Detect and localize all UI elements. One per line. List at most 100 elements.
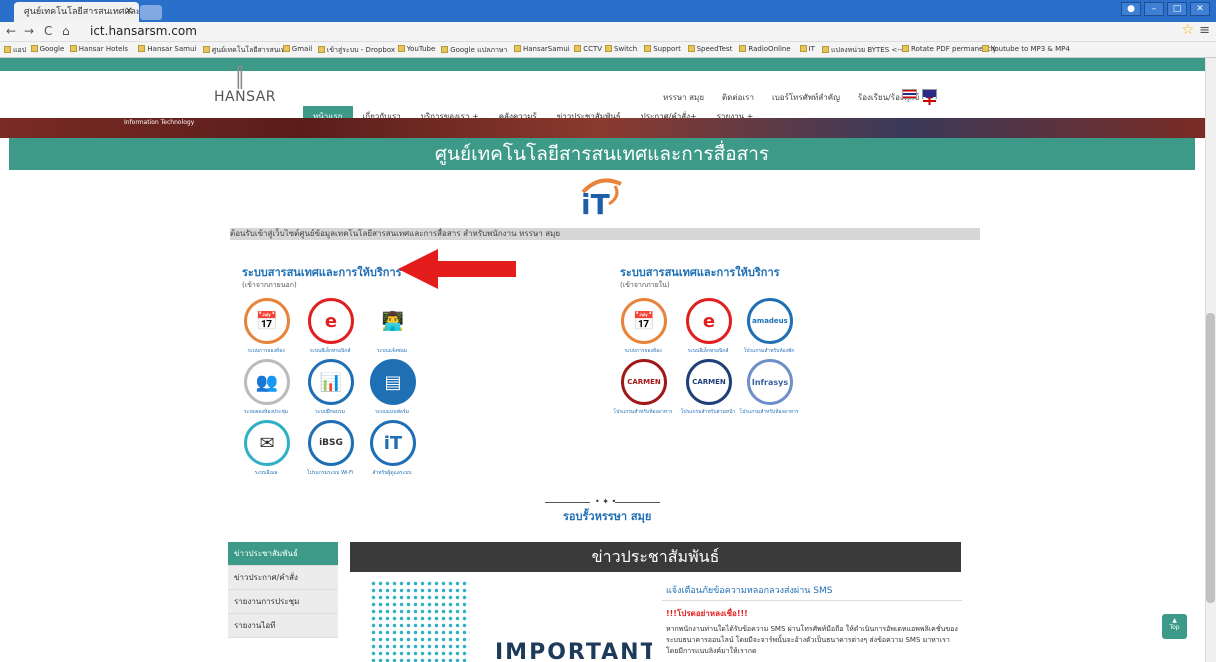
close-tab-icon[interactable]: ✕ <box>125 2 133 22</box>
external-item-5[interactable]: ระบบฝึกอบรม <box>300 408 360 416</box>
external-item-4[interactable]: ระบบจองห้องประชุม <box>236 408 296 416</box>
user-icon[interactable]: ● <box>1121 2 1141 16</box>
article-warning: !!!โปรดอย่าหลงเชื่อ!!! <box>666 609 748 618</box>
infrasys-icon[interactable]: Infrasys <box>747 359 793 405</box>
language-flags <box>902 89 937 106</box>
scrollbar[interactable] <box>1205 58 1216 662</box>
top-links: หรรษา สมุย ติดต่อเรา เบอร์โทรศัพท์สำคัญ … <box>663 91 919 104</box>
back-icon[interactable]: ← <box>6 24 16 38</box>
article-title[interactable]: แจ้งเตือนภัยข้อความหลอกลวงส่งผ่าน SMS <box>662 580 962 601</box>
external-item-2[interactable]: ระบบอีเล็กทรอนิกส์ <box>300 347 360 355</box>
folder-icon <box>30 45 38 52</box>
internal-item-6[interactable]: โปรแกรมสำหรับห้องอาหาร <box>739 408 799 416</box>
uk-flag-icon[interactable] <box>922 89 937 106</box>
email-icon[interactable]: ✉ <box>244 420 290 466</box>
external-item-8[interactable]: โปรแกรมระบบ Wi-Fi <box>300 469 360 477</box>
ibsg-wifi-icon[interactable]: iBSG <box>308 420 354 466</box>
external-item-3[interactable]: ระบบแจ้งซ่อม <box>362 347 422 355</box>
external-item-1[interactable]: ระบบการจองห้อง <box>236 347 296 355</box>
url-field[interactable]: ict.hansarsm.com <box>90 24 197 38</box>
scrollbar-thumb[interactable] <box>1206 313 1215 603</box>
internal-e-system-icon[interactable]: e <box>686 298 732 344</box>
bookmark-item[interactable]: Switch <box>605 45 637 53</box>
bookmark-item[interactable]: Google <box>30 45 64 53</box>
e-system-icon[interactable]: e <box>308 298 354 344</box>
bookmark-item[interactable]: Youtube to MP3 & MP4 <box>982 45 1070 53</box>
back-to-top-button[interactable]: ▲ Top <box>1162 614 1187 639</box>
sidebar-item-news[interactable]: ข่าวประชาสัมพันธ์ <box>228 542 338 566</box>
toplink-samui[interactable]: หรรษา สมุย <box>663 91 704 104</box>
svg-text:iT: iT <box>581 188 610 220</box>
bookmark-item[interactable]: YouTube <box>397 45 435 53</box>
internal-item-3[interactable]: โปรแกรมสำหรับห้องพัก <box>739 347 799 355</box>
bookmark-label: เข้าสู่ระบบ - Dropbox <box>326 46 396 54</box>
folder-icon <box>902 45 909 52</box>
bookmark-item[interactable]: แปลงหน่วย BYTES <--> <box>822 45 908 56</box>
browser-tab[interactable]: ศูนย์เทคโนโลยีสารสนเทศและ ✕ <box>14 2 139 22</box>
forms-icon[interactable]: ▤ <box>370 359 416 405</box>
bookmark-item[interactable]: SpeedTest <box>687 45 732 53</box>
external-item-6[interactable]: ระบบแบบฟอร์ม <box>362 408 422 416</box>
bookmark-item[interactable]: IT <box>799 45 815 53</box>
bookmark-item[interactable]: HansarSamui <box>514 45 570 53</box>
toplink-phones[interactable]: เบอร์โทรศัพท์สำคัญ <box>772 91 840 104</box>
internal-item-5[interactable]: โปรแกรมสำหรับส่วนหน้า <box>678 408 738 416</box>
bookmark-item[interactable]: แอป <box>4 45 26 56</box>
folder-icon <box>202 46 210 53</box>
external-systems-title: ระบบสารสนเทศและการให้บริการ <box>242 266 402 279</box>
site-logo[interactable]: ║ HANSAR <box>214 65 276 105</box>
bookmark-item[interactable]: Support <box>644 45 681 53</box>
internal-item-4[interactable]: โปรแกรมสำหรับห้องอาหาร <box>613 408 673 416</box>
welcome-banner: ต้อนรับเข้าสู่เว็บไซต์ศูนย์ข้อมูลเทคโนโล… <box>230 228 980 240</box>
internal-item-2[interactable]: ระบบอีเล็กทรอนิกส์ <box>678 347 738 355</box>
external-item-9[interactable]: สำหรับผู้ดูแลระบบ <box>362 469 422 477</box>
external-item-7[interactable]: ระบบอีเมล <box>236 469 296 477</box>
amadeus-icon[interactable]: amadeus <box>747 298 793 344</box>
meeting-room-icon[interactable]: 👥 <box>244 359 290 405</box>
new-tab-button[interactable] <box>140 5 162 20</box>
home-icon[interactable]: ⌂ <box>62 24 70 38</box>
news-image[interactable]: IMPORTANT <box>350 580 652 662</box>
carmen-icon[interactable]: CARMEN <box>621 359 667 405</box>
toplink-contact[interactable]: ติดต่อเรา <box>722 91 754 104</box>
thai-flag-icon[interactable] <box>902 89 917 99</box>
bookmark-item[interactable]: ศูนย์เทคโนโลยีสารสนเทศ <box>202 45 290 56</box>
news-article: แจ้งเตือนภัยข้อความหลอกลวงส่งผ่าน SMS !!… <box>662 580 962 662</box>
header-strip <box>0 58 1205 71</box>
it-logo-icon: iT <box>581 178 622 220</box>
bookmark-item[interactable]: Gmail <box>282 45 312 53</box>
internal-booking-icon[interactable]: 📅 <box>621 298 667 344</box>
minimize-button[interactable]: – <box>1144 2 1164 16</box>
folder-icon <box>138 45 146 52</box>
bookmark-item[interactable]: RadioOnline <box>739 45 791 53</box>
sidebar-item-meeting-reports[interactable]: รายงานการประชุม <box>228 590 338 614</box>
menu-icon[interactable]: ≡ <box>1199 23 1210 38</box>
news-sidebar: ข่าวประชาสัมพันธ์ ข่าวประกาศ/คำสั่ง รายง… <box>228 542 338 638</box>
bookmark-item[interactable]: CCTV <box>574 45 602 53</box>
bookmark-label: แอป <box>13 46 27 54</box>
bookmark-item[interactable]: เข้าสู่ระบบ - Dropbox <box>317 45 396 56</box>
bookmark-star-icon[interactable]: ☆ <box>1181 22 1194 38</box>
reload-icon[interactable]: C <box>44 24 52 38</box>
folder-icon <box>69 45 77 52</box>
sidebar-item-it-reports[interactable]: รายงานไอที <box>228 614 338 638</box>
bookmarks-bar: แอป Google Hansar Hotels Hansar Samui ศูนย์เ… <box>0 42 1216 58</box>
sidebar-item-announcements[interactable]: ข่าวประกาศ/คำสั่ง <box>228 566 338 590</box>
it-admin-icon[interactable]: iT <box>370 420 416 466</box>
bookmark-label: Youtube to MP3 & MP4 <box>991 45 1070 53</box>
helpdesk-person-icon[interactable]: 👨‍💻 <box>370 298 416 344</box>
forward-icon[interactable]: → <box>24 24 34 38</box>
bookmark-item[interactable]: Google แปลภาษา <box>441 45 507 56</box>
maximize-button[interactable]: □ <box>1167 2 1187 16</box>
bookmark-label: Switch <box>614 45 638 53</box>
bookmark-item[interactable]: Hansar Samui <box>138 45 196 53</box>
browser-tab-bar: ศูนย์เทคโนโลยีสารสนเทศและ ✕ ● – □ ✕ <box>0 0 1216 22</box>
folder-icon <box>574 45 582 52</box>
carmen-blue-icon[interactable]: CARMEN <box>686 359 732 405</box>
bookmark-item[interactable]: Hansar Hotels <box>69 45 128 53</box>
training-icon[interactable]: 📊 <box>308 359 354 405</box>
internal-item-1[interactable]: ระบบการจองห้อง <box>613 347 673 355</box>
carmen-label: CARMEN <box>627 378 661 386</box>
booking-icon[interactable]: 📅 <box>244 298 290 344</box>
close-window-button[interactable]: ✕ <box>1190 2 1210 16</box>
